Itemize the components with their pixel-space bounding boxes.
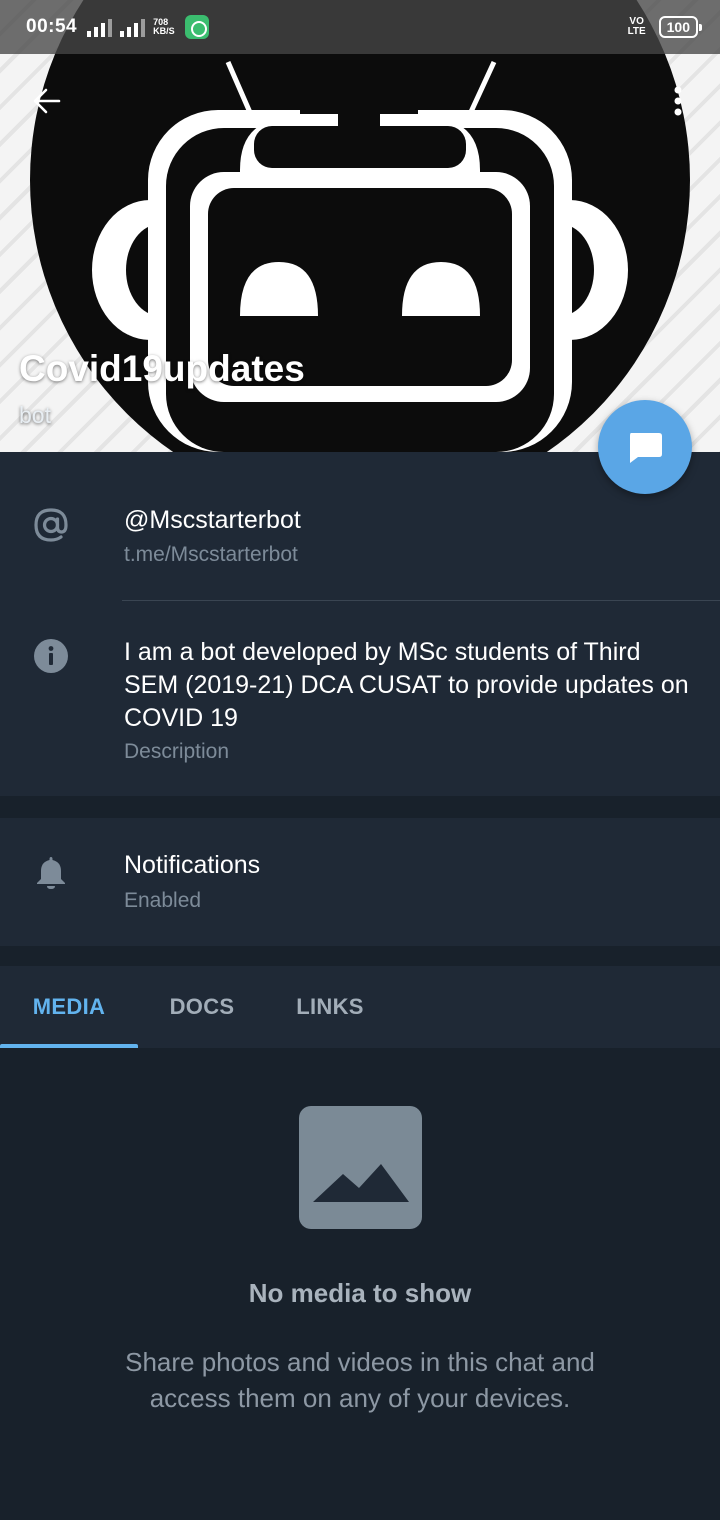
section-gap-2 — [0, 946, 720, 966]
info-section — [0, 452, 720, 796]
description-label: Description — [124, 740, 230, 763]
profile-header: 00:54 708 KB/S VO LTE 100 Covid19updates… — [0, 0, 720, 452]
arrow-left-icon — [33, 88, 61, 114]
section-gap — [0, 796, 720, 818]
empty-state-description: Share photos and videos in this chat and… — [125, 1347, 595, 1413]
signal-icon — [87, 17, 113, 37]
empty-state-title: No media to show — [248, 1278, 472, 1308]
app-notification-icon — [184, 15, 209, 39]
more-options-button[interactable] — [656, 78, 700, 124]
tab-docs[interactable]: DOCS — [146, 966, 258, 1048]
bell-icon — [32, 853, 70, 891]
username-text[interactable]: @Mscstarterbot — [124, 506, 301, 535]
image-icon — [299, 1106, 422, 1229]
profile-name: Covid19updates — [19, 348, 305, 389]
at-sign-icon — [32, 506, 70, 544]
volte-indicator: VO LTE — [627, 16, 646, 37]
info-divider — [122, 600, 720, 601]
back-button[interactable] — [24, 78, 70, 124]
tab-media[interactable]: MEDIA — [0, 966, 138, 1048]
more-vertical-icon — [674, 86, 682, 116]
profile-subtitle: bot — [19, 402, 51, 428]
message-icon — [630, 433, 662, 463]
message-fab-button[interactable] — [598, 400, 692, 494]
notifications-row[interactable] — [0, 818, 720, 946]
media-tabs: MEDIA DOCS LINKS — [0, 966, 720, 1048]
info-icon — [32, 637, 70, 675]
signal-icon-2 — [120, 17, 146, 37]
notifications-title: Notifications — [124, 851, 261, 879]
battery-indicator: 100 — [658, 16, 703, 38]
bot-description[interactable]: I am a bot developed by MSc students of … — [124, 636, 694, 735]
network-speed: 708 KB/S — [153, 17, 175, 36]
tab-links[interactable]: LINKS — [272, 966, 388, 1048]
username-link[interactable]: t.me/Mscstarterbot — [124, 543, 298, 567]
status-bar: 00:54 708 KB/S VO LTE 100 — [0, 0, 720, 54]
status-time: 00:54 — [26, 16, 78, 37]
notifications-status: Enabled — [124, 889, 202, 912]
